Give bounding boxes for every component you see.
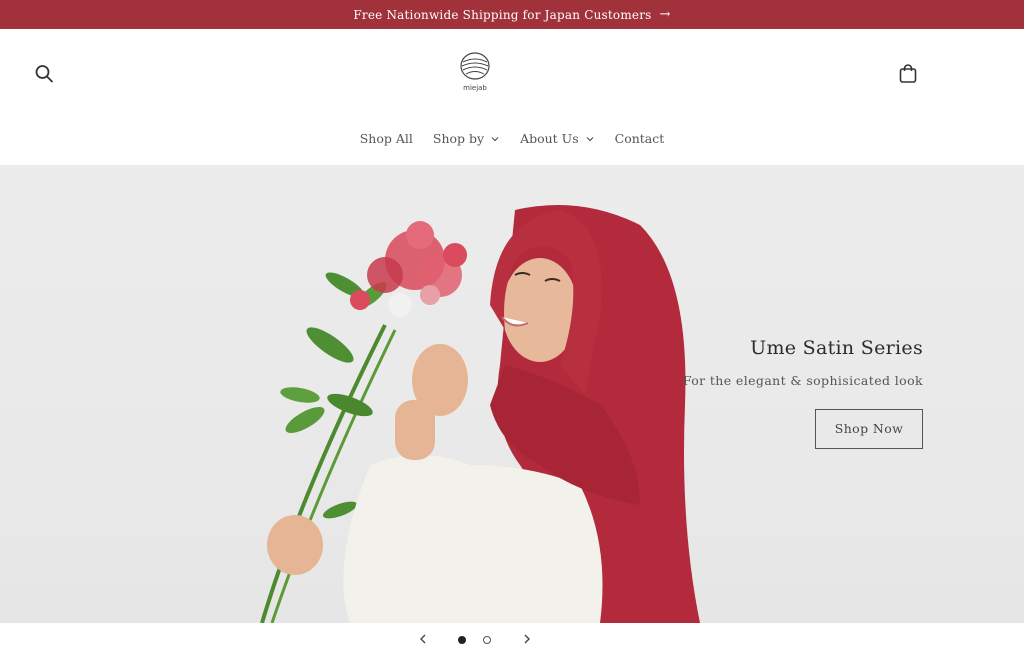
nav-about-us[interactable]: About Us (510, 127, 605, 150)
slideshow-controls (0, 623, 1024, 655)
hero-subtitle: For the elegant & sophisicated look (682, 373, 923, 388)
hero-title: Ume Satin Series (750, 337, 923, 359)
chevron-left-icon[interactable] (416, 632, 430, 646)
logo-text: miejab (463, 84, 487, 92)
nav-label: Shop All (359, 131, 413, 146)
slide-dot-2[interactable] (483, 636, 491, 644)
nav-contact[interactable]: Contact (605, 127, 675, 150)
announcement-text: Free Nationwide Shipping for Japan Custo… (353, 7, 652, 22)
chevron-right-icon[interactable] (520, 632, 534, 646)
nav-label: Contact (614, 131, 665, 146)
nav-label: About Us (520, 131, 579, 146)
arrow-right-icon: → (659, 7, 671, 22)
search-button[interactable] (32, 62, 56, 86)
shop-now-button[interactable]: Shop Now (815, 409, 923, 449)
site-header: miejab Shop All Shop by About Us Contact (0, 29, 1024, 165)
chevron-down-icon (491, 136, 499, 141)
chevron-down-icon (586, 136, 594, 141)
nav-shop-by[interactable]: Shop by (423, 127, 510, 150)
announcement-bar[interactable]: Free Nationwide Shipping for Japan Custo… (0, 0, 1024, 29)
main-nav: Shop All Shop by About Us Contact (0, 127, 1024, 150)
hero-content: Ume Satin Series For the elegant & sophi… (683, 337, 923, 449)
nav-shop-all[interactable]: Shop All (350, 127, 423, 150)
slide-dot-1[interactable] (458, 636, 466, 644)
hero-banner: Ume Satin Series For the elegant & sophi… (0, 165, 1024, 623)
cart-button[interactable] (896, 62, 920, 86)
shopping-bag-icon (899, 64, 917, 83)
logo-mark-icon (460, 52, 490, 80)
logo[interactable]: miejab (455, 48, 495, 96)
nav-label: Shop by (432, 131, 485, 146)
search-icon (35, 65, 53, 83)
